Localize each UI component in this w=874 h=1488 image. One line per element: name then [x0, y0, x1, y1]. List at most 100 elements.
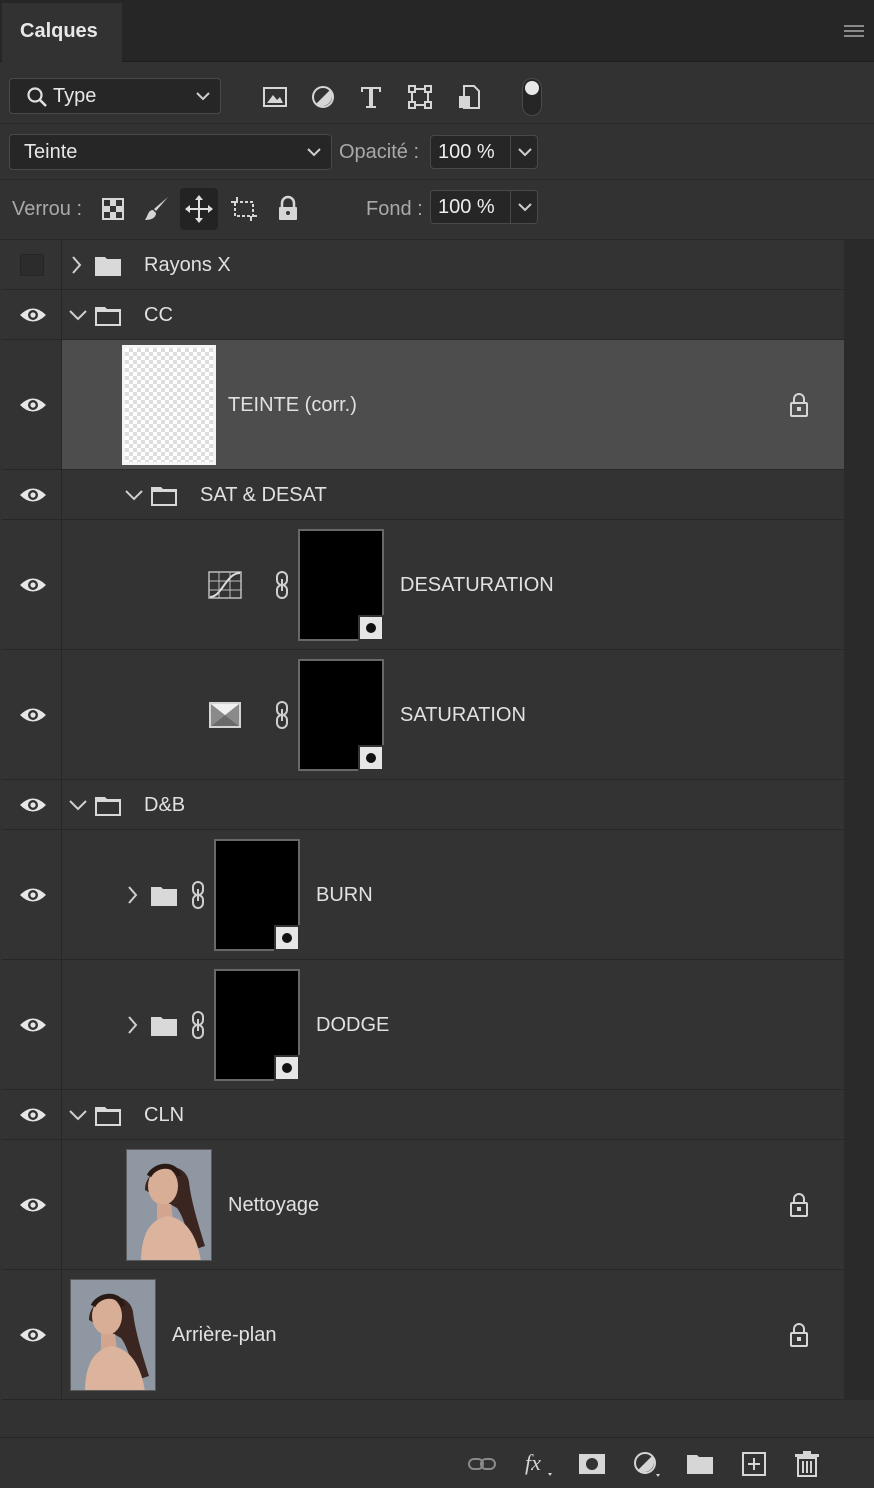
- image-filter-icon[interactable]: [262, 84, 288, 110]
- visibility-cell[interactable]: [2, 830, 62, 959]
- visibility-toggle-off[interactable]: [20, 254, 44, 276]
- layer-mask-thumbnail[interactable]: [298, 659, 384, 771]
- chevron-down-icon[interactable]: [68, 798, 88, 812]
- scrollbar-track[interactable]: [844, 240, 874, 1400]
- visibility-cell[interactable]: [2, 1090, 62, 1139]
- layer-name[interactable]: SAT & DESAT: [200, 484, 327, 507]
- link-icon[interactable]: [190, 1010, 206, 1040]
- chevron-down-icon[interactable]: [518, 147, 532, 157]
- layer-row-sat-desat[interactable]: SAT & DESAT: [2, 470, 844, 520]
- eye-icon[interactable]: [19, 1326, 47, 1344]
- layer-name[interactable]: SATURATION: [400, 704, 526, 727]
- visibility-cell[interactable]: [2, 340, 62, 469]
- hue-saturation-icon[interactable]: [208, 701, 242, 729]
- adjustment-filter-icon[interactable]: [310, 84, 336, 110]
- type-filter-icon[interactable]: [358, 84, 384, 110]
- layers-footer: fx: [0, 1437, 874, 1488]
- chevron-down-icon[interactable]: [124, 488, 144, 502]
- chevron-down-icon[interactable]: [68, 1108, 88, 1122]
- layer-row-cln[interactable]: CLN: [2, 1090, 844, 1140]
- chevron-right-icon[interactable]: [126, 885, 138, 905]
- link-icon[interactable]: [274, 570, 290, 600]
- layer-name[interactable]: CC: [144, 304, 173, 327]
- layer-row-teinte-corr[interactable]: TEINTE (corr.): [2, 340, 844, 470]
- layer-row-nettoyage[interactable]: Nettoyage: [2, 1140, 844, 1270]
- layer-name[interactable]: CLN: [144, 1104, 184, 1127]
- eye-icon[interactable]: [19, 886, 47, 904]
- layer-mask-thumbnail[interactable]: [214, 839, 300, 951]
- filter-toggle[interactable]: [522, 78, 542, 116]
- layer-name[interactable]: Arrière-plan: [172, 1324, 276, 1347]
- opacity-label: Opacité :: [339, 141, 420, 163]
- new-group-icon[interactable]: [685, 1449, 715, 1479]
- new-layer-icon[interactable]: [739, 1449, 769, 1479]
- lock-transparency-icon[interactable]: [98, 194, 128, 224]
- layer-name[interactable]: Nettoyage: [228, 1194, 319, 1217]
- lock-all-icon[interactable]: [273, 194, 303, 224]
- visibility-cell[interactable]: [2, 470, 62, 519]
- opacity-field[interactable]: 100 %: [430, 135, 538, 169]
- eye-icon[interactable]: [19, 706, 47, 724]
- opacity-value[interactable]: 100 %: [438, 141, 495, 164]
- layer-name[interactable]: DODGE: [316, 1014, 389, 1037]
- layer-row-desaturation[interactable]: DESATURATION: [2, 520, 844, 650]
- add-mask-icon[interactable]: [577, 1449, 607, 1479]
- delete-icon[interactable]: [792, 1449, 822, 1479]
- layer-row-d-and-b[interactable]: D&B: [2, 780, 844, 830]
- link-layers-icon[interactable]: [467, 1449, 497, 1479]
- chevron-down-icon[interactable]: [518, 202, 532, 212]
- visibility-cell[interactable]: [2, 780, 62, 829]
- layer-row-saturation[interactable]: SATURATION: [2, 650, 844, 780]
- layer-name[interactable]: BURN: [316, 884, 373, 907]
- eye-icon[interactable]: [19, 576, 47, 594]
- lock-image-pixels-icon[interactable]: [142, 194, 172, 224]
- shape-filter-icon[interactable]: [407, 84, 433, 110]
- eye-icon[interactable]: [19, 1016, 47, 1034]
- visibility-cell[interactable]: [2, 1270, 62, 1399]
- link-icon[interactable]: [274, 700, 290, 730]
- visibility-cell[interactable]: [2, 290, 62, 339]
- eye-icon[interactable]: [19, 486, 47, 504]
- link-icon[interactable]: [190, 880, 206, 910]
- visibility-cell[interactable]: [2, 520, 62, 649]
- folder-open-icon: [95, 797, 121, 816]
- visibility-cell[interactable]: [2, 240, 62, 289]
- layer-thumbnail-transparent[interactable]: [122, 345, 216, 465]
- layer-row-burn[interactable]: BURN: [2, 830, 844, 960]
- filter-kind-dropdown[interactable]: Type: [9, 78, 221, 114]
- eye-icon[interactable]: [19, 1196, 47, 1214]
- layer-thumbnail-portrait[interactable]: [126, 1149, 212, 1261]
- eye-icon[interactable]: [19, 306, 47, 324]
- layer-name[interactable]: DESATURATION: [400, 574, 554, 597]
- lock-position-button[interactable]: [180, 188, 218, 230]
- layer-thumbnail-portrait[interactable]: [70, 1279, 156, 1391]
- layer-row-dodge[interactable]: DODGE: [2, 960, 844, 1090]
- visibility-cell[interactable]: [2, 960, 62, 1089]
- layer-mask-thumbnail[interactable]: [214, 969, 300, 1081]
- chevron-right-icon[interactable]: [70, 255, 82, 275]
- blend-mode-dropdown[interactable]: Teinte: [9, 134, 332, 170]
- layer-name[interactable]: Rayons X: [144, 254, 231, 277]
- panel-menu-icon[interactable]: [844, 23, 864, 39]
- fill-field[interactable]: 100 %: [430, 190, 538, 224]
- layer-name[interactable]: TEINTE (corr.): [228, 394, 357, 417]
- lock-artboard-icon[interactable]: [229, 194, 259, 224]
- eye-icon[interactable]: [19, 796, 47, 814]
- layers-tab[interactable]: Calques: [2, 3, 122, 62]
- chevron-right-icon[interactable]: [126, 1015, 138, 1035]
- fx-icon[interactable]: fx: [523, 1449, 553, 1479]
- eye-icon[interactable]: [19, 1106, 47, 1124]
- smart-object-filter-icon[interactable]: [456, 84, 482, 110]
- layer-name[interactable]: D&B: [144, 794, 185, 817]
- eye-icon[interactable]: [19, 396, 47, 414]
- layer-mask-thumbnail[interactable]: [298, 529, 384, 641]
- chevron-down-icon[interactable]: [68, 308, 88, 322]
- new-adjustment-icon[interactable]: [632, 1449, 662, 1479]
- layer-row-rayons-x[interactable]: Rayons X: [2, 240, 844, 290]
- curves-icon[interactable]: [208, 571, 242, 599]
- visibility-cell[interactable]: [2, 650, 62, 779]
- layer-row-cc[interactable]: CC: [2, 290, 844, 340]
- visibility-cell[interactable]: [2, 1140, 62, 1269]
- layer-row-arriere-plan[interactable]: Arrière-plan: [2, 1270, 844, 1400]
- fill-value[interactable]: 100 %: [438, 196, 495, 219]
